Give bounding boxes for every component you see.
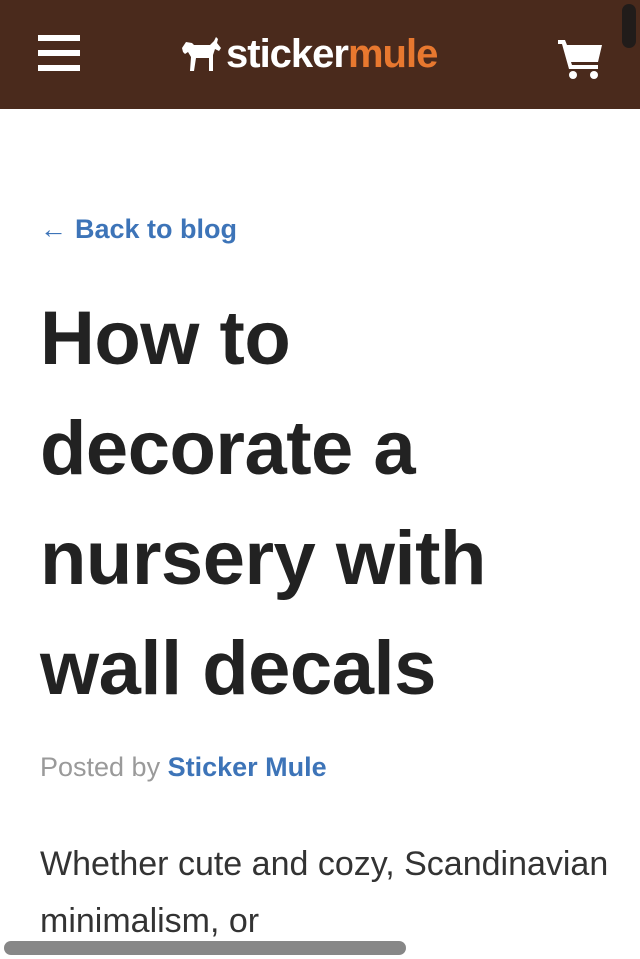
brand-logo[interactable]: stickermule [180,26,438,82]
shopping-cart-icon[interactable] [556,36,606,80]
horizontal-scrollbar-thumb[interactable] [4,941,406,955]
back-to-blog-label: Back to blog [75,214,238,244]
vertical-scrollbar-thumb[interactable] [622,4,636,48]
horse-icon [182,37,221,71]
posted-by-label: Posted by [40,752,161,782]
article-byline: Posted by Sticker Mule [40,748,327,786]
article-title: How to decorate a nursery with wall deca… [40,296,486,711]
site-header: stickermule [0,0,640,109]
hamburger-icon[interactable] [38,33,80,73]
brand-name-mule: mule [347,32,438,76]
back-arrow-icon: ← [40,214,67,244]
brand-name-sticker: sticker [226,32,349,76]
author-link[interactable]: Sticker Mule [168,752,327,782]
back-to-blog-link[interactable]: ← Back to blog [40,210,237,248]
article-intro: Whether cute and cozy, Scandinavian mini… [40,845,609,940]
